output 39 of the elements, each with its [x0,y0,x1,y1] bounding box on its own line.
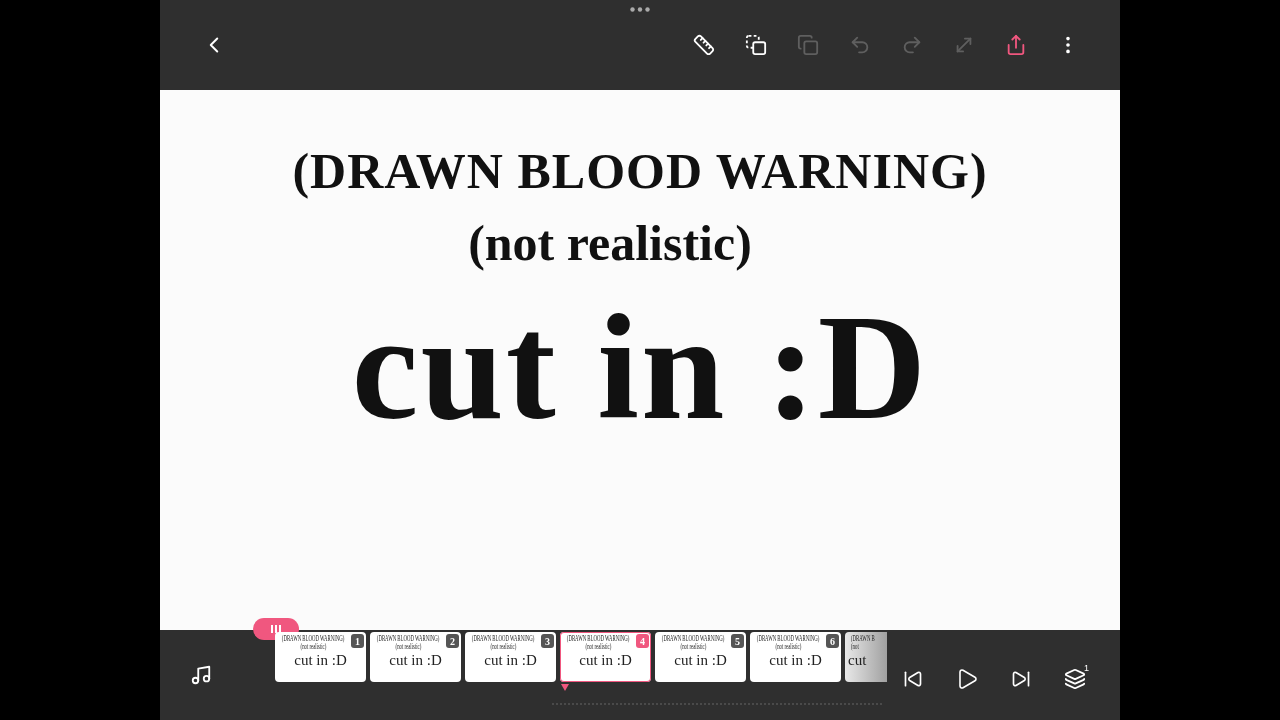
thumbnail-text: (not [851,643,859,651]
thumbnail-text: (not realistic) [490,643,517,651]
frame-number: 6 [826,634,839,648]
thumbnail-text: (DRAWN BLOOD WARNING) [472,635,535,643]
thumbnail-text: (DRAWN BLOOD WARNING) [567,635,630,643]
frame-thumbnail[interactable]: (DRAWN BLOOD WARNING) (not realistic) cut in :D 1 [275,632,366,682]
frame-thumbnail[interactable]: (DRAWN BLOOD WARNING) (not realistic) cut in :D 5 [655,632,746,682]
thumbnail-text: (DRAWN BLOOD WARNING) [662,635,725,643]
thumbnail-text: (DRAWN BLOOD WARNING) [282,635,345,643]
frame-number: 1 [351,634,364,648]
thumbnail-text: (not realistic) [680,643,707,651]
thumbnail-text: cut in :D [294,652,347,669]
frame-thumbnail[interactable]: (DRAWN BLOOD WARNING) (not realistic) cut in :D 4 [560,632,651,682]
thumbnail-text: cut in :D [674,652,727,669]
thumbnail-text: (not realistic) [395,643,422,651]
drag-handle-icon[interactable] [630,7,650,12]
frame-thumbnail[interactable]: (DRAWN BLOOD WARNING) (not realistic) cut in :D 6 [750,632,841,682]
thumbnail-text: (DRAWN B [851,635,875,643]
frame-thumbnail[interactable]: (DRAWN B (not cut [845,632,887,682]
thumbnail-text: (not realistic) [775,643,802,651]
thumbnail-text: (DRAWN BLOOD WARNING) [377,635,440,643]
thumbnail-text: (not realistic) [585,643,612,651]
frame-number: 2 [446,634,459,648]
thumbnail-text: cut in :D [484,652,537,669]
thumbnail-text: (DRAWN BLOOD WARNING) [757,635,820,643]
frame-number: 5 [731,634,744,648]
frame-thumbnail[interactable]: (DRAWN BLOOD WARNING) (not realistic) cut in :D 3 [465,632,556,682]
layers-button[interactable]: 1 [1062,666,1088,692]
canvas-text: cut in :D [351,292,929,442]
thumbnail-text: cut in :D [579,652,632,669]
playhead-icon[interactable] [561,684,569,691]
thumbnail-text: cut in :D [389,652,442,669]
thumbnail-text: cut [848,652,867,669]
frame-number: 4 [636,634,649,648]
thumbnail-text: cut in :D [769,652,822,669]
frame-number: 3 [541,634,554,648]
thumbnail-text: (not realistic) [300,643,327,651]
drawing-canvas[interactable]: (DRAWN BLOOD WARNING) (not realistic) cut in :D [160,90,1120,630]
frame-thumbnail[interactable]: (DRAWN BLOOD WARNING) (not realistic) cut in :D 2 [370,632,461,682]
